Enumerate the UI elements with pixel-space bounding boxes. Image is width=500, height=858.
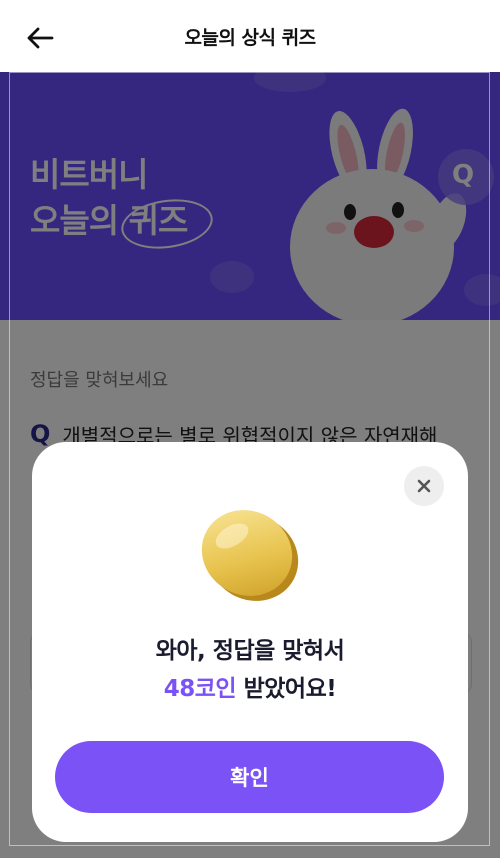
close-icon xyxy=(417,479,431,493)
reward-message: 와아, 정답을 맞혀서 48코인 받았어요! xyxy=(32,632,468,708)
confirm-button-label: 확인 xyxy=(230,766,269,790)
back-button[interactable] xyxy=(22,20,58,56)
reward-modal: 와아, 정답을 맞혀서 48코인 받았어요! 확인 xyxy=(32,442,468,842)
confirm-button[interactable]: 확인 xyxy=(55,741,444,813)
close-button[interactable] xyxy=(404,466,444,506)
page-title: 오늘의 상식 퀴즈 xyxy=(184,26,316,49)
reward-amount: 48코인 xyxy=(163,676,237,702)
reward-message-line1: 와아, 정답을 맞혀서 xyxy=(155,638,345,664)
arrow-left-icon xyxy=(27,27,54,49)
gold-coin-icon xyxy=(201,510,299,601)
reward-message-line2: 48코인 받았어요! xyxy=(32,670,468,708)
app-header: 오늘의 상식 퀴즈 xyxy=(0,0,500,72)
reward-message-suffix: 받았어요! xyxy=(236,676,337,702)
